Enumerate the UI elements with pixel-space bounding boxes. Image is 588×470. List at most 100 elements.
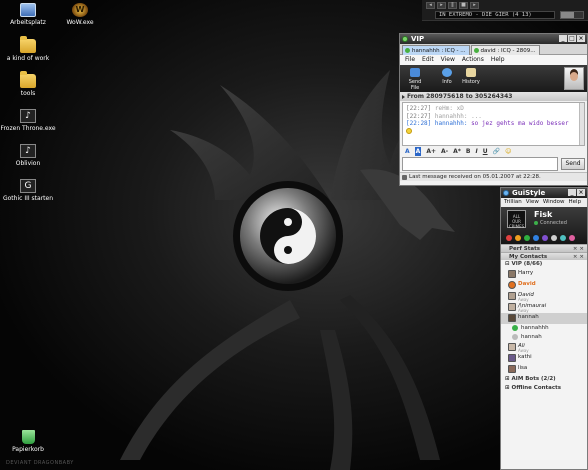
previous-icon[interactable]: ◂ [426, 2, 435, 9]
message-scrollbar[interactable] [579, 103, 584, 145]
pause-icon[interactable]: ǁ [448, 2, 457, 9]
underline-button[interactable]: U [483, 147, 488, 156]
perf-stats-header[interactable]: Perf Stats × × [501, 244, 587, 252]
bold-button[interactable]: B [466, 147, 471, 156]
desktop-icon-gothic[interactable]: G Gothic III starten [0, 179, 56, 202]
desktop-icon-arbeitsplatz[interactable]: Arbeitsplatz [0, 3, 56, 26]
online-icon [405, 48, 410, 53]
avatar [508, 270, 516, 278]
menu-window[interactable]: Window [543, 198, 565, 207]
tab-david[interactable]: david : ICQ - 2809... [470, 45, 540, 55]
font-bigger-button[interactable]: A+ [426, 147, 436, 156]
avatar [508, 343, 516, 351]
chat-status-bar: Last message received on 05.01.2007 at 2… [400, 172, 587, 181]
menu-edit[interactable]: Edit [422, 55, 434, 65]
group-aim-bots[interactable]: ⊞ AIM Bots (2/2) [501, 375, 587, 384]
group-label: VIP (8/66) [511, 261, 543, 267]
minimize-button[interactable]: _ [559, 35, 567, 42]
contact-name: lisa [518, 365, 528, 371]
menu-view[interactable]: View [526, 198, 539, 207]
profile-status[interactable]: Connected [534, 220, 567, 226]
contact-hannahhh[interactable]: hannahhh [501, 324, 587, 333]
message-line: [22:28] hannahhh: so jez gehts ma wido b… [406, 120, 581, 128]
message-input-row: Send [402, 157, 585, 171]
message-sender: reHm: [434, 105, 453, 112]
send-file-button[interactable]: Send File [404, 68, 426, 91]
menu-file[interactable]: File [405, 55, 415, 65]
contact-ali[interactable]: Ali Away [501, 342, 587, 353]
recycle-bin-icon [21, 430, 35, 444]
link-icon[interactable]: 🔗 [493, 147, 500, 156]
menu-help[interactable]: Help [569, 198, 582, 207]
stop-icon[interactable]: ■ [459, 2, 468, 9]
toolbar-label: Send File [408, 79, 422, 91]
contact-lisa[interactable]: lisa [501, 364, 587, 375]
service-icons [506, 235, 575, 241]
info-button[interactable]: Info [436, 68, 458, 85]
profile-picture[interactable]: ALL OUR CRIMES [507, 210, 526, 229]
desktop-icon-papierkorb[interactable]: Papierkorb [0, 430, 56, 453]
maximize-button[interactable]: □ [568, 35, 576, 42]
contact-list-titlebar[interactable]: GuiStyle _ × [501, 188, 587, 198]
service-icon[interactable] [515, 235, 521, 241]
close-icon[interactable]: × × [573, 253, 584, 261]
menu-help[interactable]: Help [491, 55, 505, 65]
group-vip[interactable]: ⊟ VIP (8/66) [501, 260, 587, 269]
section-label: My Contacts [509, 254, 548, 260]
desktop-icon-wow[interactable]: W WoW.exe [52, 3, 108, 26]
close-button[interactable]: × [577, 35, 585, 42]
emoticon-icon[interactable]: ☺ [505, 147, 511, 156]
my-contacts-header[interactable]: My Contacts × × [501, 252, 587, 260]
font-style-button[interactable]: A* [453, 147, 461, 156]
contact-harry[interactable]: Harry [501, 269, 587, 280]
service-icon[interactable] [506, 235, 512, 241]
contact-kathi[interactable]: kathi [501, 353, 587, 364]
play-icon[interactable]: ▸ [437, 2, 446, 9]
contact-hannah-sub[interactable]: hannah [501, 333, 587, 342]
desktop-icon-a-kind-of-work[interactable]: a kind of work [0, 36, 56, 62]
guistyle-icon [503, 190, 509, 196]
service-icon[interactable] [551, 235, 557, 241]
volume-slider[interactable] [560, 11, 584, 19]
trillian-icon [402, 36, 408, 42]
menu-trillian[interactable]: Trillian [504, 198, 522, 207]
menu-actions[interactable]: Actions [462, 55, 484, 65]
desktop-icon-oblivion[interactable]: ♪ Oblivion [0, 144, 56, 167]
folder-icon [20, 36, 36, 53]
contact-name: kathi [518, 354, 532, 360]
history-button[interactable]: History [460, 68, 482, 85]
group-offline[interactable]: ⊞ Offline Contacts [501, 384, 587, 393]
service-icon[interactable] [524, 235, 530, 241]
message-input[interactable] [402, 157, 558, 171]
vip-titlebar[interactable]: VIP _ □ × [400, 34, 587, 44]
contact-david-1[interactable]: David [501, 280, 587, 291]
avatar [508, 281, 516, 289]
minimize-button[interactable]: _ [568, 189, 576, 196]
chat-tabs: hannahhh : ICQ - ... david : ICQ - 2809.… [400, 44, 587, 55]
next-icon[interactable]: ▸ [470, 2, 479, 9]
font-color-button[interactable]: A [405, 147, 410, 156]
background-color-button[interactable]: A [414, 147, 422, 156]
contact-david-2[interactable]: David Away [501, 291, 587, 302]
chat-toolbar: Send File Info History [400, 65, 587, 92]
service-icon[interactable] [569, 235, 575, 241]
service-icon[interactable] [533, 235, 539, 241]
desktop-icon-label: tools [20, 90, 36, 97]
close-button[interactable]: × [577, 189, 585, 196]
contact-nimaurai[interactable]: /\nimaurai Away [501, 302, 587, 313]
service-icon[interactable] [542, 235, 548, 241]
buddy-avatar [564, 67, 584, 90]
contact-hannah[interactable]: hannah [501, 313, 587, 324]
wallpaper-watermark: DEVIANT DRAGONBABY [6, 460, 74, 466]
window-title: GuiStyle [512, 189, 546, 197]
message-log: [22:27] reHm: xD [22:27] hannahhh: ... [… [402, 102, 585, 146]
tab-hannahhh[interactable]: hannahhh : ICQ - ... [402, 45, 470, 55]
send-button[interactable]: Send [561, 158, 585, 170]
desktop-icon-tools[interactable]: tools [0, 71, 56, 97]
italic-button[interactable]: I [475, 147, 477, 156]
font-smaller-button[interactable]: A- [441, 147, 448, 156]
service-icon[interactable] [560, 235, 566, 241]
group-label: AIM Bots (2/2) [511, 376, 556, 382]
desktop-icon-frozen-throne[interactable]: ♪ Frozen Throne.exe [0, 109, 56, 132]
menu-view[interactable]: View [441, 55, 455, 65]
